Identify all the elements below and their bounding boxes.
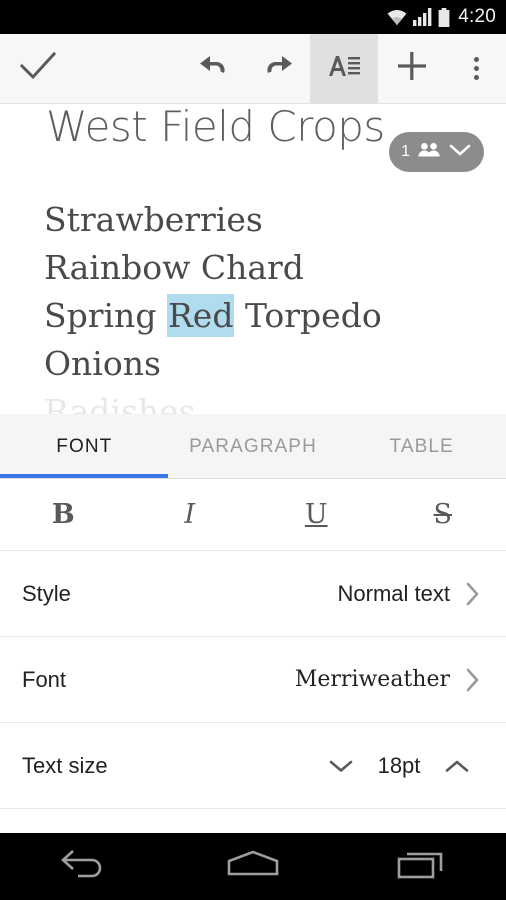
italic-button[interactable]: I (150, 499, 230, 530)
document-line[interactable]: Strawberries (44, 196, 486, 244)
done-button[interactable] (0, 34, 76, 103)
font-label: Font (22, 666, 67, 692)
status-bar: 4:20 (0, 0, 506, 34)
check-icon (19, 51, 57, 86)
increase-text-size-button[interactable] (430, 758, 484, 774)
selection-suffix: Torpedo (234, 296, 382, 335)
style-value: Normal text (337, 580, 450, 606)
status-time: 4:20 (458, 6, 496, 27)
selection-prefix: Spring (44, 296, 167, 335)
recents-icon (396, 847, 448, 886)
format-panel: FONT PARAGRAPH TABLE B I U S Style Norma… (0, 414, 506, 833)
document-line-clipped[interactable]: Radishes (44, 388, 486, 414)
plus-icon (396, 50, 428, 87)
style-label: Style (22, 580, 71, 606)
tab-table[interactable]: TABLE (337, 414, 506, 479)
tab-font[interactable]: FONT (0, 414, 169, 479)
strikethrough-button[interactable]: S (403, 499, 483, 530)
tab-paragraph[interactable]: PARAGRAPH (169, 414, 338, 479)
document-line-with-selection[interactable]: Spring Red Torpedo (44, 292, 486, 340)
undo-button[interactable] (182, 34, 246, 103)
app-toolbar (0, 34, 506, 104)
bold-button[interactable]: B (23, 499, 103, 530)
text-style-buttons: B I U S (0, 479, 506, 551)
nav-back-button[interactable] (0, 847, 169, 886)
format-button[interactable] (310, 34, 378, 103)
document-title[interactable]: West Field Crops (46, 104, 385, 151)
collaborators-badge[interactable]: 1 (389, 132, 484, 172)
decrease-text-size-button[interactable] (314, 758, 368, 774)
nav-recents-button[interactable] (337, 847, 506, 886)
phone-screen: 4:20 West Field Crops 1 Strawberries Rai… (0, 0, 506, 900)
back-icon (58, 847, 110, 886)
document-canvas[interactable]: West Field Crops 1 Strawberries Rainbow … (0, 104, 506, 414)
android-nav-bar (0, 833, 506, 900)
collaborator-count: 1 (401, 143, 410, 160)
document-body[interactable]: Strawberries Rainbow Chard Spring Red To… (44, 196, 486, 414)
redo-icon (261, 52, 295, 85)
document-line[interactable]: Onions (44, 340, 486, 388)
format-tabs: FONT PARAGRAPH TABLE (0, 414, 506, 479)
battery-icon (438, 7, 450, 27)
undo-icon (197, 52, 231, 85)
underline-button[interactable]: U (276, 499, 356, 530)
redo-button[interactable] (246, 34, 310, 103)
add-button[interactable] (378, 34, 446, 103)
font-row[interactable]: Font Merriweather (0, 637, 506, 723)
chevron-right-icon (462, 667, 484, 693)
selected-text[interactable]: Red (166, 294, 235, 337)
overflow-menu-icon (473, 57, 479, 80)
text-size-stepper: 18pt (314, 753, 484, 779)
chevron-down-icon (448, 142, 472, 163)
signal-icon (413, 8, 433, 26)
text-size-value: 18pt (377, 752, 421, 778)
wifi-icon (386, 8, 408, 26)
text-size-row: Text size 18pt (0, 723, 506, 809)
text-size-label: Text size (22, 752, 108, 778)
style-row[interactable]: Style Normal text (0, 551, 506, 637)
active-tab-indicator (0, 474, 168, 478)
nav-home-button[interactable] (169, 847, 338, 886)
overflow-menu-button[interactable] (446, 34, 506, 103)
chevron-right-icon (462, 581, 484, 607)
document-line[interactable]: Rainbow Chard (44, 244, 486, 292)
home-icon (225, 847, 281, 886)
format-text-icon (327, 52, 361, 85)
font-value: Merriweather (294, 667, 450, 692)
people-icon (417, 141, 441, 164)
